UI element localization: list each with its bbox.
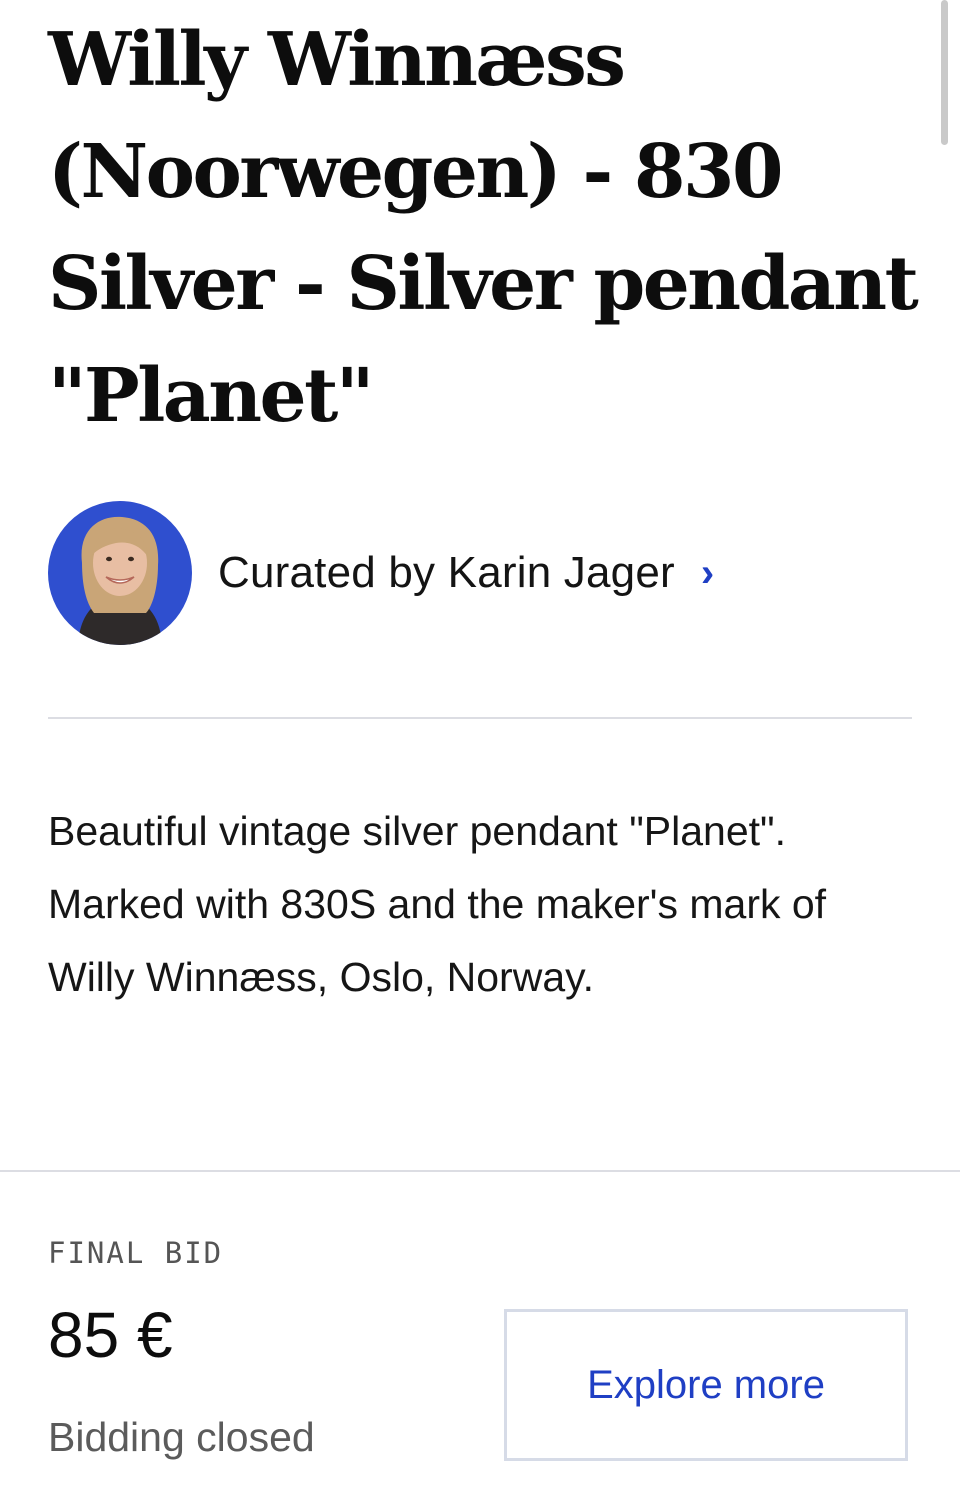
lot-title: Willy Winnæss (Noorwegen) - 830 Silver -…: [48, 17, 919, 439]
description-line: Beautiful vintage silver pendant "Planet…: [48, 808, 786, 854]
page-scrollbar[interactable]: [941, 0, 948, 145]
description-line: Marked with 830S and the maker's mark of…: [48, 881, 827, 1000]
section-divider: [48, 717, 912, 719]
curator-avatar: [48, 501, 192, 645]
lot-description: Beautiful vintage silver pendant "Planet…: [48, 795, 908, 1014]
bidding-status: Bidding closed: [48, 1414, 315, 1460]
curator-link[interactable]: Curated by Karin Jager ›: [48, 500, 714, 646]
final-bid-label: FINAL BID: [48, 1236, 224, 1270]
final-bid-value: 85 €: [48, 1299, 173, 1371]
section-divider: [0, 1170, 960, 1172]
curator-label: Curated by Karin Jager: [218, 548, 675, 597]
explore-more-button[interactable]: Explore more: [504, 1309, 908, 1461]
chevron-right-icon: ›: [700, 550, 715, 595]
